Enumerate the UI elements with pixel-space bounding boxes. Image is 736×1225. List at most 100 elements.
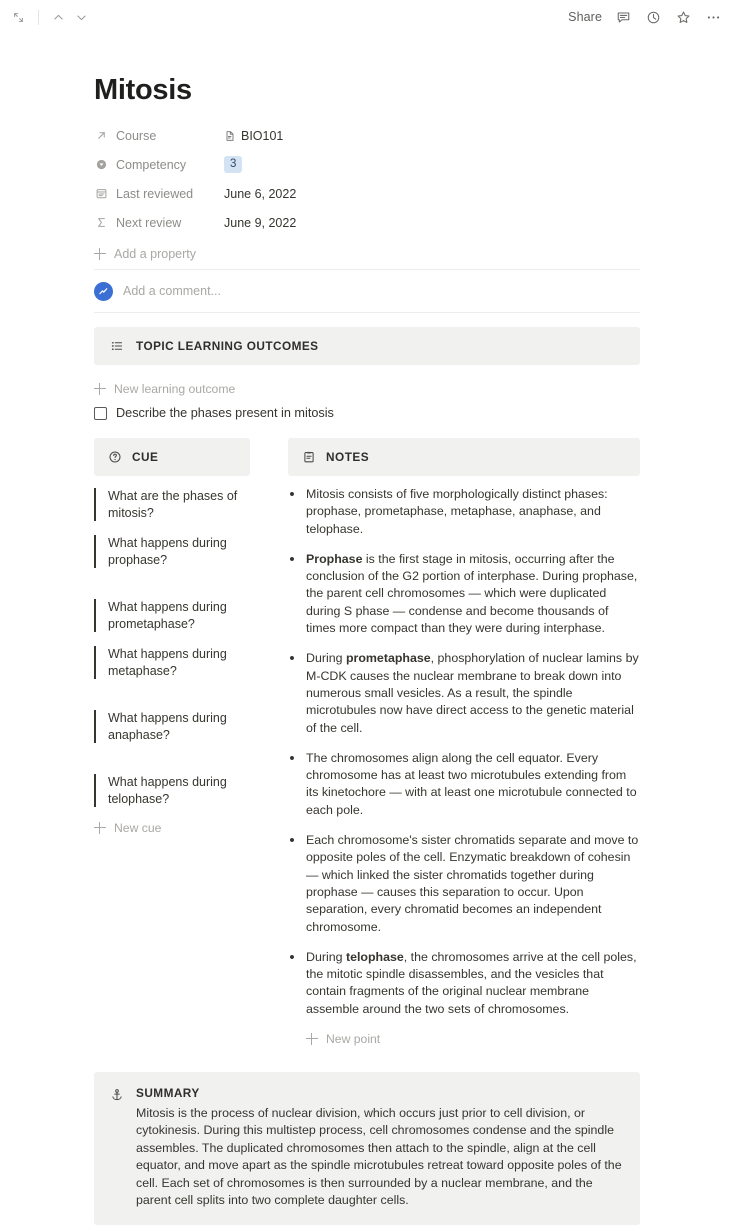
section-label: TOPIC LEARNING OUTCOMES [136,339,319,353]
property-row-last-reviewed[interactable]: Last reviewed June 6, 2022 [94,179,640,208]
note-text: Mitosis consists of five morphologically… [306,487,608,536]
bullet-icon: • [289,832,295,850]
add-property-button[interactable]: Add a property [94,239,640,269]
section-label: CUE [132,450,159,464]
chevron-up-icon[interactable] [50,9,67,26]
comment-input-placeholder[interactable]: Add a comment... [123,284,221,298]
cue-item[interactable]: What happens during anaphase? [94,710,250,743]
question-circle-icon [108,450,122,464]
divider-below-comment [94,312,640,313]
plus-icon [94,822,106,834]
property-row-competency[interactable]: Competency 3 [94,150,640,179]
learning-outcome-label: Describe the phases present in mitosis [116,406,334,420]
summary-text[interactable]: Mitosis is the process of nuclear divisi… [136,1105,622,1209]
clipboard-notes-icon [302,450,316,464]
property-row-next-review[interactable]: Next review June 9, 2022 [94,208,640,237]
bullet-icon: • [289,486,295,503]
top-bar: Share [0,0,736,34]
note-item[interactable]: • Each chromosome's sister chromatids se… [288,832,640,936]
note-text: The chromosomes align along the cell equ… [306,750,637,817]
cue-header: CUE [94,438,250,476]
property-value-last-reviewed[interactable]: June 6, 2022 [224,187,296,201]
cue-item[interactable]: What happens during telophase? [94,774,250,807]
note-text: Prophase is the first stage in mitosis, … [306,551,638,636]
property-row-course[interactable]: Course BIO101 [94,121,640,150]
relation-chip[interactable]: BIO101 [224,129,283,143]
notes-header: NOTES [288,438,640,476]
topic-learning-outcomes-header: TOPIC LEARNING OUTCOMES [94,327,640,365]
property-label: Course [116,128,157,143]
new-learning-outcome-button[interactable]: New learning outcome [94,376,736,402]
summary-section: SUMMARY Mitosis is the process of nuclea… [94,1072,640,1225]
bullet-icon: • [289,749,295,767]
cue-item[interactable]: What are the phases of mitosis? [94,488,250,521]
cue-notes-columns: CUE What are the phases of mitosis? What… [94,438,640,1046]
new-point-label: New point [326,1032,381,1047]
summary-label: SUMMARY [136,1086,200,1101]
property-name-course[interactable]: Course [94,129,224,143]
chevron-down-icon[interactable] [73,9,90,26]
history-clock-icon[interactable] [645,9,662,26]
cue-column: CUE What are the phases of mitosis? What… [94,438,250,1046]
share-button[interactable]: Share [568,10,602,24]
note-item[interactable]: • Prophase is the first stage in mitosis… [288,551,640,637]
avatar [94,281,113,301]
bullet-icon: • [289,650,295,668]
competency-badge: 3 [224,156,243,173]
notes-list: • Mitosis consists of five morphological… [288,486,640,1046]
property-value-competency[interactable]: 3 [224,156,243,173]
page-root: Share Mitosis Course BIO101 Competency 3… [0,0,736,1225]
property-label: Last reviewed [116,186,194,201]
cue-list: What are the phases of mitosis? What hap… [94,488,250,835]
sigma-formula-icon [94,216,108,230]
property-name-competency[interactable]: Competency [94,158,224,172]
bullet-icon: • [289,550,295,568]
new-cue-button[interactable]: New cue [94,821,250,835]
page-title: Mitosis [94,74,192,106]
page-content: Mitosis Course BIO101 Competency 3 Last … [0,74,736,1225]
bulleted-list-icon [110,339,124,353]
select-circle-icon [94,158,108,172]
checkbox[interactable] [94,407,107,420]
plus-icon [94,383,106,395]
anchor-icon [110,1088,124,1209]
new-point-button[interactable]: New point [306,1032,640,1046]
new-learning-outcome-label: New learning outcome [114,382,236,396]
add-property-label: Add a property [114,247,196,261]
property-value-course[interactable]: BIO101 [224,129,283,143]
property-name-next-review[interactable]: Next review [94,216,224,230]
relation-arrow-icon [94,129,108,143]
cue-item[interactable]: What happens during prophase? [94,535,250,568]
expand-collapse-icon[interactable] [10,9,27,26]
note-item[interactable]: • Mitosis consists of five morphological… [288,486,640,538]
summary-body-wrap: SUMMARY Mitosis is the process of nuclea… [136,1086,622,1209]
note-item[interactable]: • During telophase, the chromosomes arri… [288,949,640,1018]
cue-item[interactable]: What happens during metaphase? [94,646,250,679]
page-icon [224,130,236,142]
note-item[interactable]: • The chromosomes align along the cell e… [288,750,640,819]
cue-item[interactable]: What happens during prometaphase? [94,599,250,632]
more-options-icon[interactable] [705,9,722,26]
note-text: Each chromosome's sister chromatids sepa… [306,833,639,934]
property-label: Next review [116,215,182,230]
learning-outcome-item[interactable]: Describe the phases present in mitosis [94,406,736,420]
plus-icon [94,248,106,260]
calendar-icon [94,187,108,201]
relation-chip-label: BIO101 [241,128,284,143]
bullet-icon: • [289,948,295,966]
comment-composer[interactable]: Add a comment... [94,270,640,312]
property-label: Competency [116,157,187,172]
comment-icon[interactable] [615,9,632,26]
property-name-last-reviewed[interactable]: Last reviewed [94,187,224,201]
toolbar-divider [38,9,39,25]
note-text: During prometaphase, phosphorylation of … [306,651,639,735]
plus-icon [306,1033,318,1046]
property-value-next-review[interactable]: June 9, 2022 [224,216,296,230]
top-bar-right: Share [568,9,722,26]
star-icon[interactable] [675,9,692,26]
notes-column: NOTES • Mitosis consists of five morphol… [288,438,640,1046]
top-bar-left [10,9,90,26]
new-cue-label: New cue [114,821,162,835]
note-item[interactable]: • During prometaphase, phosphorylation o… [288,650,640,736]
section-label: NOTES [326,450,370,464]
